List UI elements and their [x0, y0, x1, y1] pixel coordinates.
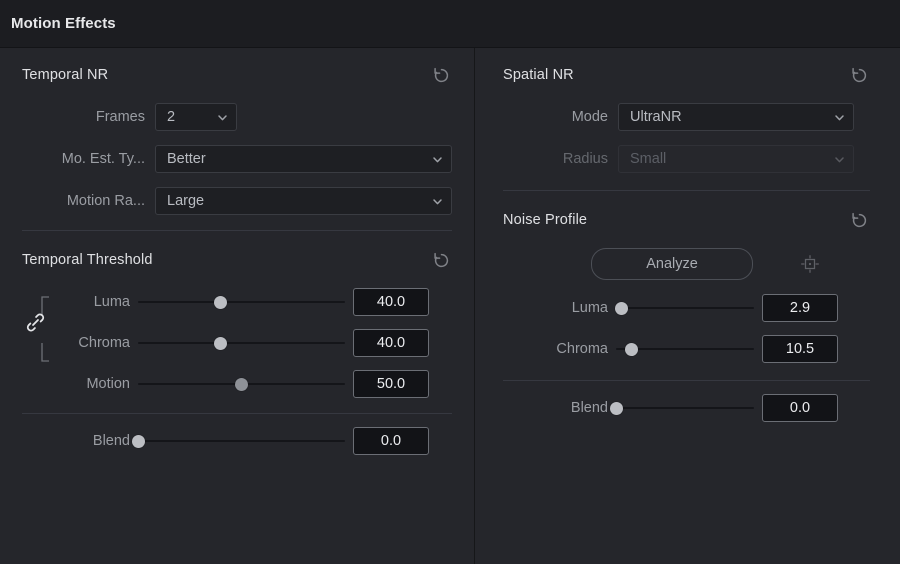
label-frames: Frames	[95, 109, 145, 125]
value-noise-chroma[interactable]: 10.5	[762, 335, 838, 363]
dropdown-motion-estimation-type-value: Better	[167, 151, 206, 167]
value-blend-temporal[interactable]: 0.0	[353, 427, 429, 455]
value-chroma[interactable]: 40.0	[353, 329, 429, 357]
section-spatial-nr-header: Spatial NR	[503, 48, 870, 102]
chevron-down-icon	[433, 156, 442, 162]
chevron-down-icon	[433, 198, 442, 204]
label-radius: Radius	[562, 151, 608, 167]
reset-icon-temporal-threshold[interactable]	[430, 249, 452, 271]
label-mode: Mode	[571, 109, 608, 125]
slider-track	[138, 301, 345, 303]
divider-spatial-nr	[503, 190, 870, 191]
chevron-down-icon	[835, 114, 844, 120]
label-blend-temporal: Blend	[92, 433, 130, 449]
section-title-temporal-nr: Temporal NR	[22, 67, 109, 83]
analyze-row: Analyze	[503, 247, 870, 281]
slider-track	[138, 440, 345, 442]
section-title-spatial-nr: Spatial NR	[503, 67, 574, 83]
label-noise-chroma: Chroma	[556, 341, 608, 357]
slider-track	[616, 407, 754, 409]
slider-row-noise-luma: Luma 2.9	[503, 293, 870, 323]
label-motion: Motion	[86, 376, 130, 392]
label-noise-luma: Luma	[571, 300, 608, 316]
dropdown-radius: Small	[618, 145, 854, 173]
field-mode: Mode UltraNR	[503, 102, 870, 132]
value-motion[interactable]: 50.0	[353, 370, 429, 398]
slider-knob[interactable]	[214, 295, 228, 309]
slider-row-luma: Luma 40.0	[22, 287, 452, 317]
page-title: Motion Effects	[11, 15, 116, 32]
dropdown-frames[interactable]: 2	[155, 103, 237, 131]
left-panel: Temporal NR Frames 2 Mo. Est. Ty... Bett…	[0, 48, 474, 564]
field-motion-estimation-type: Mo. Est. Ty... Better	[22, 144, 452, 174]
dropdown-motion-range-value: Large	[167, 193, 205, 209]
slider-knob[interactable]	[131, 434, 145, 448]
field-frames: Frames 2	[22, 102, 452, 132]
slider-chroma[interactable]	[138, 333, 345, 353]
label-blend-noise: Blend	[570, 400, 608, 416]
divider-temporal-nr	[22, 230, 452, 231]
slider-knob[interactable]	[609, 401, 623, 415]
right-panel: Spatial NR Mode UltraNR Radius Small Noi…	[475, 48, 900, 564]
section-title-noise-profile: Noise Profile	[503, 212, 588, 228]
link-icon[interactable]	[25, 312, 46, 333]
slider-knob[interactable]	[214, 336, 228, 350]
reset-icon-spatial-nr[interactable]	[848, 64, 870, 86]
panels-container: Temporal NR Frames 2 Mo. Est. Ty... Bett…	[0, 48, 900, 564]
divider-noise-profile	[503, 380, 870, 381]
slider-track	[138, 342, 345, 344]
section-title-temporal-threshold: Temporal Threshold	[22, 252, 153, 268]
label-motion-range: Motion Ra...	[66, 193, 145, 209]
slider-knob[interactable]	[615, 301, 629, 315]
label-luma: Luma	[93, 294, 130, 310]
dropdown-mode-value: UltraNR	[630, 109, 682, 125]
dropdown-mode[interactable]: UltraNR	[618, 103, 854, 131]
slider-noise-luma[interactable]	[615, 298, 754, 318]
reset-icon-temporal-nr[interactable]	[430, 64, 452, 86]
label-chroma: Chroma	[78, 335, 130, 351]
slider-blend-noise[interactable]	[609, 398, 754, 418]
slider-knob[interactable]	[624, 342, 638, 356]
section-noise-profile-header: Noise Profile	[503, 193, 870, 247]
value-blend-noise[interactable]: 0.0	[762, 394, 838, 422]
dropdown-frames-value: 2	[167, 109, 176, 125]
section-temporal-threshold-header: Temporal Threshold	[22, 233, 452, 287]
value-noise-luma[interactable]: 2.9	[762, 294, 838, 322]
analyze-button[interactable]: Analyze	[591, 248, 753, 280]
chevron-down-icon	[835, 156, 844, 162]
dropdown-motion-range[interactable]: Large	[155, 187, 452, 215]
chevron-down-icon	[218, 114, 227, 120]
divider-temporal-threshold	[22, 413, 452, 414]
value-luma[interactable]: 40.0	[353, 288, 429, 316]
dropdown-motion-estimation-type[interactable]: Better	[155, 145, 452, 173]
linked-sliders-group: Luma 40.0 Chroma 40.0	[22, 287, 452, 362]
slider-noise-chroma[interactable]	[616, 339, 754, 359]
slider-row-blend-noise: Blend 0.0	[503, 393, 870, 423]
slider-row-noise-chroma: Chroma 10.5	[503, 334, 870, 364]
section-temporal-nr-header: Temporal NR	[22, 48, 452, 102]
slider-luma[interactable]	[138, 292, 345, 312]
slider-row-blend-temporal: Blend 0.0	[22, 426, 452, 456]
slider-track	[616, 307, 754, 309]
field-motion-range: Motion Ra... Large	[22, 186, 452, 216]
label-motion-estimation-type: Mo. Est. Ty...	[61, 151, 145, 167]
slider-row-motion: Motion 50.0	[22, 369, 452, 399]
target-picker-icon[interactable]	[799, 253, 821, 275]
slider-blend-temporal[interactable]	[131, 431, 345, 451]
dropdown-radius-value: Small	[630, 151, 667, 167]
reset-icon-noise-profile[interactable]	[848, 209, 870, 231]
slider-motion[interactable]	[138, 374, 345, 394]
window-titlebar: Motion Effects	[0, 0, 900, 48]
field-radius: Radius Small	[503, 144, 870, 174]
slider-knob[interactable]	[235, 377, 248, 391]
slider-row-chroma: Chroma 40.0	[22, 328, 452, 358]
motion-effects-window: Motion Effects Temporal NR Frames 2 Mo. …	[0, 0, 900, 564]
